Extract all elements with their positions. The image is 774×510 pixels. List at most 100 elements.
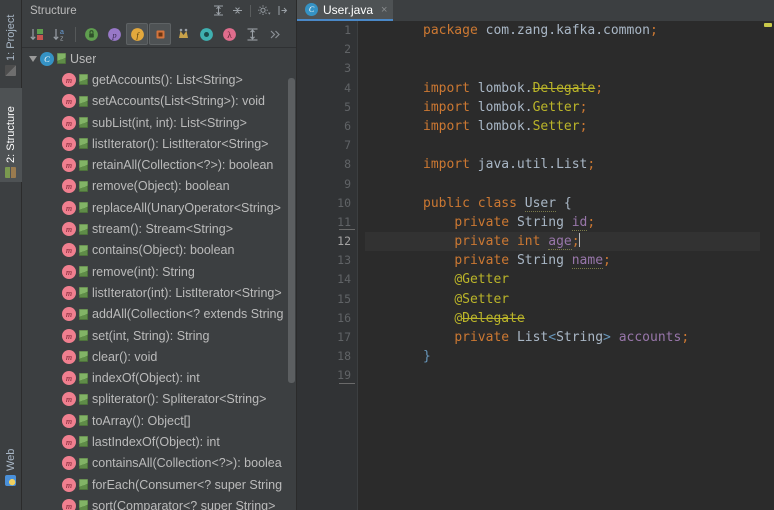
method-icon: m: [62, 200, 76, 215]
structure-node-method[interactable]: m remove(int): String: [22, 261, 297, 282]
method-icon: m: [62, 179, 76, 194]
close-icon[interactable]: ×: [381, 4, 387, 16]
code-content[interactable]: package com.zang.kafka.common; import lom…: [365, 21, 774, 386]
editor-gutter[interactable]: 1 2 3 4 5 6 7 8 9 10 11 12 13 14 15 16 17 18 19: [297, 21, 357, 510]
code-line[interactable]: private List<String> accounts;: [365, 328, 774, 347]
structure-node-method[interactable]: m set(int, String): String: [22, 325, 297, 346]
structure-node-method[interactable]: m forEach(Consumer<? super String: [22, 474, 297, 495]
code-line[interactable]: private int age;: [365, 232, 774, 252]
structure-node-method[interactable]: m sort(Comparator<? super String>: [22, 495, 297, 510]
structure-node-method[interactable]: m stream(): Stream<String>: [22, 218, 297, 239]
code-line[interactable]: @Setter: [365, 290, 774, 309]
code-line[interactable]: public class User {: [365, 194, 774, 213]
code-token: private: [454, 253, 517, 269]
visibility-badge-icon: [79, 351, 88, 363]
code-line[interactable]: private String id;: [365, 213, 774, 232]
structure-header-actions: [210, 2, 295, 19]
sort-by-visibility-button[interactable]: [26, 23, 48, 45]
editor-scrollbar-column[interactable]: [760, 21, 774, 510]
fold-region-strip: [357, 21, 358, 510]
code-line[interactable]: import java.util.List;: [365, 155, 774, 174]
code-line[interactable]: [365, 136, 774, 155]
expand-all-icon[interactable]: [210, 2, 227, 19]
structure-node-label: toArray(): Object[]: [92, 413, 191, 428]
structure-node-method[interactable]: m spliterator(): Spliterator<String>: [22, 389, 297, 410]
code-token: class: [477, 195, 525, 211]
show-anonymous-classes-button[interactable]: [172, 23, 194, 45]
structure-node-method[interactable]: m contains(Object): boolean: [22, 240, 297, 261]
structure-node-method[interactable]: m addAll(Collection<? extends String: [22, 304, 297, 325]
structure-node-method[interactable]: m toArray(): Object[]: [22, 410, 297, 431]
code-line[interactable]: import lombok.Delegate;: [365, 79, 774, 98]
code-line[interactable]: package com.zang.kafka.common;: [365, 21, 774, 40]
structure-node-method[interactable]: m listIterator(int): ListIterator<String>: [22, 282, 297, 303]
structure-node-method[interactable]: m getAccounts(): List<String>: [22, 69, 297, 90]
structure-node-method[interactable]: m indexOf(Object): int: [22, 367, 297, 388]
tree-expand-toggle[interactable]: [26, 55, 40, 62]
structure-node-label: contains(Object): boolean: [92, 243, 235, 258]
autoscroll-button[interactable]: [241, 23, 263, 45]
code-line[interactable]: [365, 366, 774, 385]
code-line[interactable]: @Getter: [365, 270, 774, 289]
method-icon: m: [62, 456, 76, 471]
hide-panel-icon[interactable]: [274, 2, 291, 19]
line-number: 11: [297, 213, 357, 232]
code-line[interactable]: @Delegate: [365, 309, 774, 328]
text-caret: [578, 233, 580, 248]
code-line[interactable]: [365, 59, 774, 78]
structure-node-method[interactable]: m replaceAll(UnaryOperator<String>: [22, 197, 297, 218]
code-line[interactable]: import lombok.Setter;: [365, 117, 774, 136]
sort-alphabetically-button[interactable]: a z: [49, 23, 71, 45]
structure-node-method[interactable]: m setAccounts(List<String>): void: [22, 91, 297, 112]
visibility-badge-icon: [79, 457, 88, 469]
visibility-badge-icon: [79, 180, 88, 192]
structure-node-method[interactable]: m lastIndexOf(Object): int: [22, 431, 297, 452]
code-line[interactable]: [365, 40, 774, 59]
tab-user-java[interactable]: C User.java ×: [297, 0, 394, 21]
settings-gear-icon[interactable]: [255, 2, 272, 19]
visibility-badge-icon: [79, 436, 88, 448]
structure-node-method[interactable]: m subList(int, int): List<String>: [22, 112, 297, 133]
show-properties-button[interactable]: p: [103, 23, 125, 45]
structure-tree[interactable]: C User m getAccounts(): List<String> m setAcc…: [22, 48, 297, 510]
show-getters-setters-button[interactable]: [195, 23, 217, 45]
structure-node-method[interactable]: m containsAll(Collection<?>): boolea: [22, 453, 297, 474]
tool-window-stripe-web[interactable]: Web: [0, 418, 22, 490]
line-number: 9: [344, 176, 351, 191]
structure-node-method[interactable]: m retainAll(Collection<?>): boolean: [22, 154, 297, 175]
tool-window-stripe-structure[interactable]: 2: Structure: [0, 88, 22, 182]
show-lambdas-button[interactable]: λ: [218, 23, 240, 45]
line-number: 2: [344, 42, 351, 57]
more-actions-button[interactable]: [264, 23, 286, 45]
line-number: 8: [344, 157, 351, 172]
code-line[interactable]: [365, 175, 774, 194]
svg-text:z: z: [60, 35, 64, 42]
code-token: >: [603, 330, 611, 345]
structure-node-class[interactable]: C User: [22, 48, 297, 69]
code-line[interactable]: import lombok.Getter;: [365, 98, 774, 117]
structure-node-method[interactable]: m clear(): void: [22, 346, 297, 367]
structure-node-label: listIterator(): ListIterator<String>: [92, 136, 269, 151]
code-line[interactable]: }: [365, 347, 774, 366]
code-token: public: [423, 195, 478, 211]
warning-stripe-marker[interactable]: [764, 23, 772, 27]
tool-window-stripe-project[interactable]: 1: Project: [0, 2, 22, 80]
show-inherited-button[interactable]: [149, 23, 171, 45]
code-editor[interactable]: package com.zang.kafka.common; import lom…: [357, 21, 774, 510]
show-fields-button[interactable]: f: [126, 23, 148, 45]
structure-node-method[interactable]: m remove(Object): boolean: [22, 176, 297, 197]
method-icon: m: [62, 115, 76, 130]
code-token: ;: [595, 80, 604, 96]
method-icon: m: [62, 328, 76, 343]
structure-scrollbar-thumb[interactable]: [288, 78, 295, 383]
visibility-badge-icon: [79, 202, 88, 214]
collapse-all-icon[interactable]: [229, 2, 246, 19]
show-non-public-button[interactable]: [80, 23, 102, 45]
code-line[interactable]: private String name;: [365, 251, 774, 270]
structure-node-method[interactable]: m listIterator(): ListIterator<String>: [22, 133, 297, 154]
svg-text:p: p: [111, 29, 116, 39]
